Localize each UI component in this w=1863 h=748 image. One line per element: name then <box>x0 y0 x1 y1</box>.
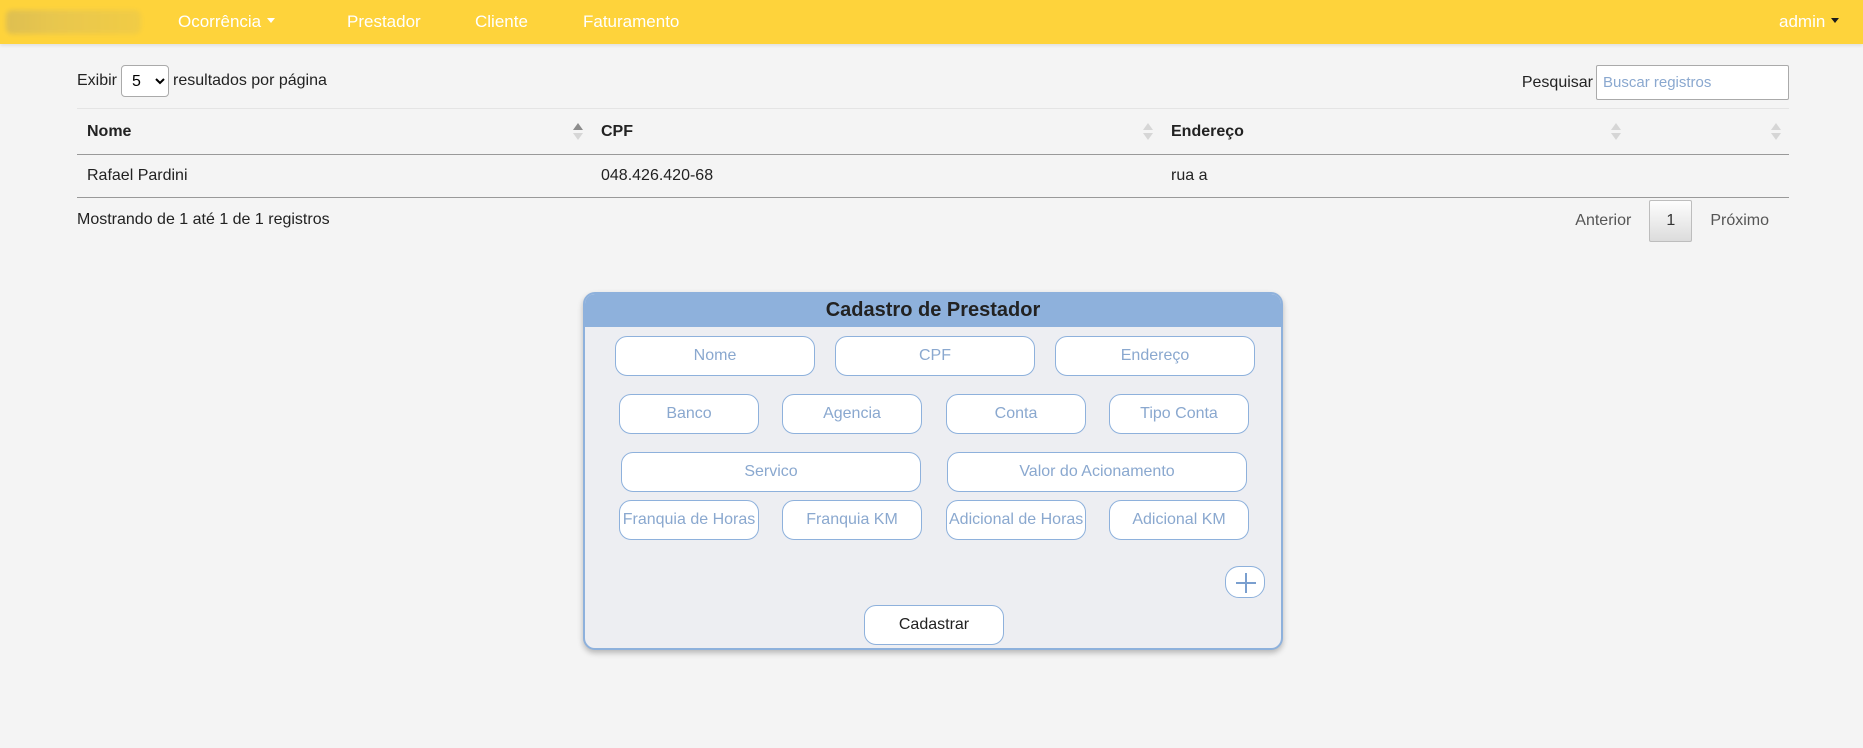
sort-asc-icon <box>573 123 583 141</box>
user-menu[interactable]: admin <box>1779 12 1840 32</box>
show-label: Exibir <box>77 72 118 89</box>
nav-item-cliente[interactable]: Cliente <box>475 12 528 32</box>
banco-field[interactable] <box>619 394 759 434</box>
sort-icon <box>1771 123 1781 141</box>
servico-field[interactable] <box>621 452 921 492</box>
search-input[interactable] <box>1596 65 1789 100</box>
cadastro-prestador-form: Cadastro de Prestador Cadastrar <box>583 292 1283 650</box>
search-control: Pesquisar <box>1522 65 1789 100</box>
franquia-horas-field[interactable] <box>619 500 759 540</box>
adicional-horas-field[interactable] <box>946 500 1086 540</box>
prestador-table: Nome CPF Endereço Rafael Pardini 048.426… <box>77 108 1789 198</box>
sort-icon <box>1143 123 1153 141</box>
pagination-page-current[interactable]: 1 <box>1649 200 1693 242</box>
page-length-control: Exibir 5 resultados por página <box>77 65 327 97</box>
cell-endereco: rua a <box>1161 154 1629 198</box>
adicional-km-field[interactable] <box>1109 500 1249 540</box>
user-name: admin <box>1779 12 1826 31</box>
column-header-label: Nome <box>87 122 132 140</box>
table-header-row: Nome CPF Endereço <box>77 108 1789 155</box>
agencia-field[interactable] <box>782 394 922 434</box>
nav-item-faturamento[interactable]: Faturamento <box>583 12 679 32</box>
nav-item-label: Ocorrência <box>178 12 262 31</box>
cell-cpf: 048.426.420-68 <box>591 154 1161 198</box>
page-size-select[interactable]: 5 <box>121 65 170 97</box>
plus-icon <box>1236 573 1256 593</box>
table-info: Mostrando de 1 até 1 de 1 registros <box>77 211 330 228</box>
chevron-down-icon <box>1831 18 1840 24</box>
chevron-down-icon <box>267 18 276 24</box>
nome-field[interactable] <box>615 336 815 376</box>
cell-actions <box>1629 154 1789 198</box>
pagination-next[interactable]: Próximo <box>1692 212 1787 230</box>
per-page-label: resultados por página <box>173 72 327 89</box>
cpf-field[interactable] <box>835 336 1035 376</box>
cadastrar-button[interactable]: Cadastrar <box>864 605 1004 645</box>
tipo-conta-field[interactable] <box>1109 394 1249 434</box>
valor-acionamento-field[interactable] <box>947 452 1247 492</box>
nav-item-ocorrencia[interactable]: Ocorrência <box>178 12 276 32</box>
column-header-cpf[interactable]: CPF <box>591 108 1161 155</box>
brand-logo[interactable] <box>6 10 141 34</box>
pagination: Anterior 1 Próximo <box>1557 200 1787 242</box>
conta-field[interactable] <box>946 394 1086 434</box>
form-title: Cadastro de Prestador <box>585 294 1281 327</box>
column-header-label: CPF <box>601 122 633 140</box>
column-header-label: Endereço <box>1171 122 1244 140</box>
column-header-actions[interactable] <box>1629 108 1789 155</box>
column-header-nome[interactable]: Nome <box>77 108 591 155</box>
cell-nome: Rafael Pardini <box>77 154 591 198</box>
franquia-km-field[interactable] <box>782 500 922 540</box>
search-label: Pesquisar <box>1521 73 1593 91</box>
nav-item-prestador[interactable]: Prestador <box>347 12 421 32</box>
pagination-previous[interactable]: Anterior <box>1557 212 1649 230</box>
sort-icon <box>1611 123 1621 141</box>
column-header-endereco[interactable]: Endereço <box>1161 108 1629 155</box>
endereco-field[interactable] <box>1055 336 1255 376</box>
table-row[interactable]: Rafael Pardini 048.426.420-68 rua a <box>77 154 1789 198</box>
top-navbar: Ocorrência Prestador Cliente Faturamento… <box>0 0 1863 44</box>
add-field-button[interactable] <box>1225 566 1265 598</box>
